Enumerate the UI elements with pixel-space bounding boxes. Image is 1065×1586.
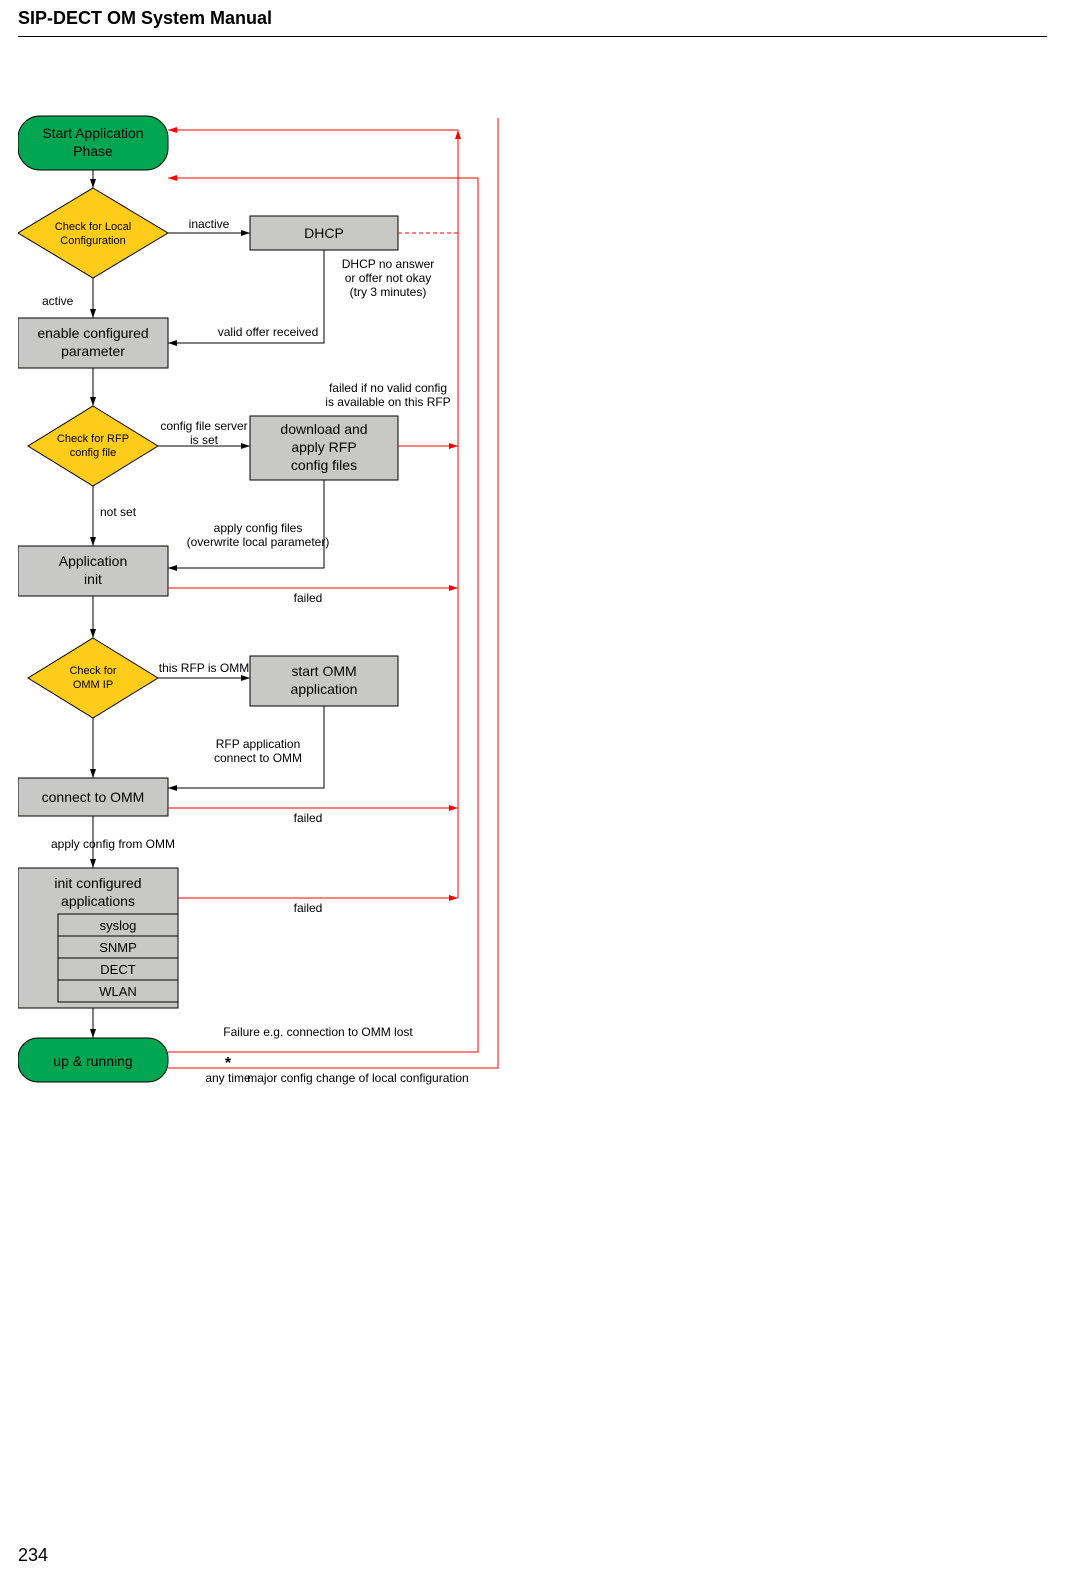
label-thisrfp: this RFP is OMM xyxy=(159,661,249,675)
label-notset: not set xyxy=(100,505,137,519)
divider xyxy=(18,36,1047,37)
node-download-l3: config files xyxy=(291,457,357,473)
node-appinit-l1: Application xyxy=(59,553,128,569)
node-connect-l1: connect to OMM xyxy=(42,789,145,805)
node-running-l1: up & running xyxy=(53,1053,132,1069)
label-star: * xyxy=(225,1055,232,1072)
node-initcfg-l2: applications xyxy=(61,893,135,909)
node-chkrfp-l1: Check for RFP xyxy=(57,433,129,445)
label-rfpapp-2: connect to OMM xyxy=(214,751,302,765)
node-startomm-l2: application xyxy=(291,681,358,697)
page-root: SIP-DECT OM System Manual 234 Start Appl… xyxy=(0,0,1065,1586)
edge-running-failure-rail xyxy=(168,178,478,1052)
node-initcfg-sub2-t: SNMP xyxy=(99,940,137,955)
edge-dhcp-fail xyxy=(398,130,458,233)
node-chkrfp xyxy=(28,406,158,486)
label-applycfg-1: apply config files xyxy=(214,521,303,535)
node-enable-l2: parameter xyxy=(61,343,125,359)
node-chkomm xyxy=(28,638,158,718)
node-chklocal-l1: Check for Local xyxy=(55,221,131,233)
node-appinit-l2: init xyxy=(84,571,102,587)
label-valid-offer: valid offer received xyxy=(218,325,319,339)
node-start-l2: Phase xyxy=(73,143,113,159)
flowchart: Start Application Phase Check for Local … xyxy=(18,108,618,1208)
label-failed-novalid-2: is available on this RFP xyxy=(325,395,450,409)
node-initcfg-sub3-t: DECT xyxy=(100,962,135,977)
node-enable-l1: enable configured xyxy=(37,325,148,341)
edge-major-rail xyxy=(168,118,498,1068)
label-failed-novalid-1: failed if no valid config xyxy=(329,381,447,395)
label-major: major config change of local configurati… xyxy=(247,1071,468,1085)
page-title: SIP-DECT OM System Manual xyxy=(18,8,272,29)
node-download-l1: download and xyxy=(280,421,367,437)
label-inactive: inactive xyxy=(189,217,230,231)
node-chkomm-l2: OMM IP xyxy=(73,679,113,691)
label-dhcp-noans-1: DHCP no answer xyxy=(342,257,434,271)
label-initcfg-failed: failed xyxy=(294,901,323,915)
label-cfgserver-1: config file server xyxy=(160,419,247,433)
node-initcfg-sub1-t: syslog xyxy=(100,918,137,933)
node-chklocal xyxy=(18,188,168,278)
node-chkrfp-l2: config file xyxy=(70,447,116,459)
label-active: active xyxy=(42,294,74,308)
node-initcfg-sub4-t: WLAN xyxy=(99,984,137,999)
node-dhcp-l1: DHCP xyxy=(304,225,344,241)
page-number: 234 xyxy=(18,1545,48,1566)
label-anytime: any time xyxy=(205,1071,251,1085)
node-download-l2: apply RFP xyxy=(291,439,356,455)
label-cfgserver-2: is set xyxy=(190,433,219,447)
label-failure: Failure e.g. connection to OMM lost xyxy=(223,1025,413,1039)
label-applyfromomm: apply config from OMM xyxy=(51,837,175,851)
label-dhcp-noans-3: (try 3 minutes) xyxy=(350,285,427,299)
node-chkomm-l1: Check for xyxy=(69,665,116,677)
node-startomm-l1: start OMM xyxy=(291,663,356,679)
node-initcfg-l1: init configured xyxy=(54,875,141,891)
label-dhcp-noans-2: or offer not okay xyxy=(345,271,432,285)
label-rfpapp-1: RFP application xyxy=(216,737,301,751)
label-applycfg-2: (overwrite local parameter) xyxy=(187,535,330,549)
label-appinit-failed: failed xyxy=(294,591,323,605)
label-connect-failed: failed xyxy=(294,811,323,825)
node-start-l1: Start Application xyxy=(42,125,143,141)
node-chklocal-l2: Configuration xyxy=(60,235,125,247)
